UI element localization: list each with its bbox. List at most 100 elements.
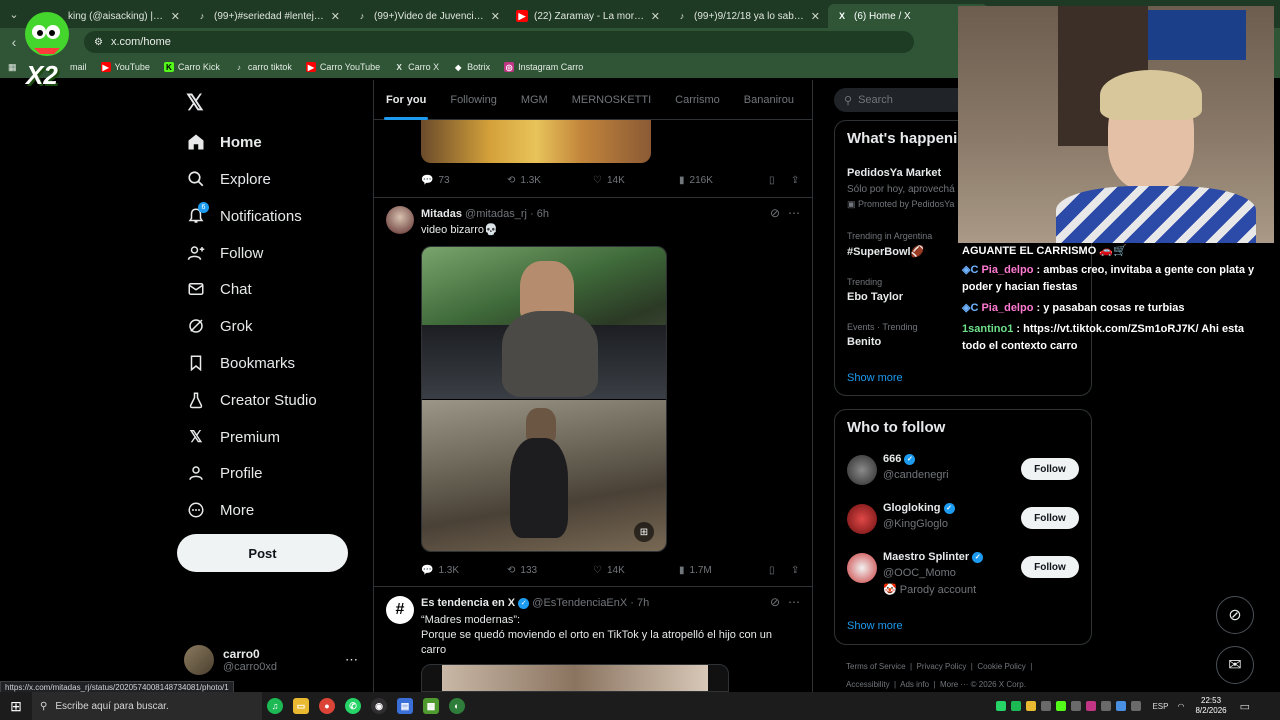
show-more-link[interactable]: Show more [847, 372, 903, 384]
media-photo[interactable] [422, 247, 666, 399]
footer-link[interactable]: Ads info [900, 680, 929, 689]
tray-icon[interactable] [1071, 701, 1082, 711]
tray-icon[interactable] [1026, 701, 1037, 711]
tray-icon[interactable] [1101, 701, 1112, 711]
taskbar-search[interactable]: ⚲ Escribe aquí para buscar. [32, 692, 262, 720]
nav-chat[interactable]: Chat [186, 274, 252, 304]
browser-tab[interactable]: ♪ (99+)9/12/18 ya lo saben ✕ [668, 4, 828, 28]
account-switcher[interactable]: carro0 @carro0xd ⋯ [184, 643, 364, 677]
follow-button[interactable]: Follow [1021, 458, 1079, 480]
nav-creator-studio[interactable]: Creator Studio [186, 385, 317, 415]
bookmark-button[interactable]: ▯ [769, 565, 791, 576]
post-image[interactable] [421, 120, 651, 163]
bookmark-item[interactable]: K Carro Kick [163, 62, 220, 72]
avatar[interactable] [386, 206, 414, 234]
clock[interactable]: 22:53 8/2/2026 [1195, 696, 1226, 716]
nav-follow[interactable]: Follow [186, 238, 263, 268]
footer-link[interactable]: More ··· [940, 680, 968, 689]
follow-suggestion[interactable]: Maestro Splinter ✓ @OOC_Momo 🤡 Parody ac… [847, 551, 1079, 603]
share-button[interactable]: ⇪ [791, 565, 799, 576]
x-logo-icon[interactable]: 𝕏 [186, 90, 204, 116]
views-button[interactable]: ▮ 216K [679, 175, 769, 186]
tab-carrismo[interactable]: Carrismo [663, 80, 732, 120]
post-media[interactable]: ⊞ [421, 246, 667, 552]
taskbar-app[interactable]: ◐ [444, 692, 470, 720]
author-handle[interactable]: @EsTendenciaEnX [532, 597, 627, 609]
trend-topic[interactable]: Ebo Taylor [847, 291, 903, 303]
nav-explore[interactable]: Explore [186, 164, 271, 194]
follow-button[interactable]: Follow [1021, 507, 1079, 529]
bookmark-item[interactable]: ▶ YouTube [100, 62, 150, 72]
tray-icon[interactable] [1041, 701, 1052, 711]
taskbar-app[interactable]: ▩ [418, 692, 444, 720]
reply-button[interactable]: 💬 1.3K [421, 565, 507, 576]
more-dots-icon[interactable]: ⋯ [345, 652, 358, 668]
avatar[interactable]: # [386, 596, 414, 624]
post-image[interactable] [421, 664, 729, 692]
taskbar-app[interactable]: ✆ [340, 692, 366, 720]
nav-premium[interactable]: 𝕏 Premium [186, 422, 280, 452]
close-icon[interactable]: ✕ [651, 10, 660, 23]
site-info-icon[interactable]: ⚙ [94, 37, 103, 48]
follow-button[interactable]: Follow [1021, 556, 1079, 578]
bookmark-item[interactable]: ◆ Botrix [453, 62, 490, 72]
trend-topic[interactable]: Benito [847, 336, 881, 348]
taskbar-app[interactable]: ♫ [262, 692, 288, 720]
nav-home[interactable]: Home [186, 127, 262, 157]
author-name[interactable]: Es tendencia en X [421, 597, 515, 609]
alt-text-icon[interactable]: ⊞ [634, 522, 654, 542]
grok-floating-button[interactable]: ⊘ [1216, 596, 1254, 634]
tray-icon[interactable] [1116, 701, 1127, 711]
views-button[interactable]: ▮ 1.7M [679, 565, 769, 576]
close-icon[interactable]: ✕ [491, 10, 500, 23]
like-button[interactable]: ♡ 14K [593, 175, 679, 186]
more-dots-icon[interactable]: ⋯ [788, 206, 800, 220]
nav-notifications[interactable]: 6 Notifications [186, 201, 302, 231]
tray-icon[interactable] [1131, 701, 1142, 711]
avatar[interactable] [847, 504, 877, 534]
nav-bookmarks[interactable]: Bookmarks [186, 348, 295, 378]
footer-link[interactable]: Cookie Policy [977, 662, 1025, 671]
avatar[interactable] [847, 455, 877, 485]
repost-button[interactable]: ⟲ 133 [507, 565, 593, 576]
like-button[interactable]: ♡ 14K [593, 565, 679, 576]
media-photo[interactable]: ⊞ [422, 400, 666, 551]
repost-button[interactable]: ⟲ 1.3K [507, 175, 593, 186]
taskbar-app[interactable]: ▭ [288, 692, 314, 720]
bookmark-item[interactable]: ♪ carro tiktok [234, 62, 292, 72]
browser-tab[interactable]: ♪ (99+)#seriedad #lentejas #fyp ✕ [188, 4, 348, 28]
avatar[interactable] [847, 553, 877, 583]
author-handle[interactable]: @mitadas_rj [465, 208, 527, 220]
close-icon[interactable]: ✕ [811, 10, 820, 23]
trend-topic[interactable]: #SuperBowl🏈 [847, 245, 924, 258]
close-icon[interactable]: ✕ [171, 10, 180, 23]
browser-tab[interactable]: ▶ (22) Zaramay - La morocha es ✕ [508, 4, 668, 28]
nav-grok[interactable]: Grok [186, 311, 253, 341]
bookmark-item[interactable]: ▶ Carro YouTube [305, 62, 380, 72]
url-bar[interactable]: ⚙ x.com/home [84, 31, 914, 53]
post-button[interactable]: Post [177, 534, 348, 572]
follow-suggestion[interactable]: Glogloking ✓ @KingGloglo Follow [847, 502, 1079, 542]
browser-tab[interactable]: ♪ (99+)Video de Juvencio José c ✕ [348, 4, 508, 28]
author-name[interactable]: Mitadas [421, 208, 462, 220]
bookmark-item[interactable]: X Carro X [394, 62, 439, 72]
tray-icon[interactable] [1056, 701, 1067, 711]
tab-bananirou[interactable]: Bananirou [732, 80, 806, 120]
show-more-link[interactable]: Show more [847, 620, 903, 632]
messages-floating-button[interactable]: ✉ [1216, 646, 1254, 684]
follow-suggestion[interactable]: 666 ✓ @candenegri Follow [847, 453, 1079, 493]
post-time[interactable]: · 7h [630, 597, 649, 609]
language-indicator[interactable]: ESP [1152, 702, 1168, 711]
notification-center-icon[interactable]: ▭ [1240, 700, 1250, 713]
tray-icon[interactable] [1011, 701, 1022, 711]
footer-link[interactable]: Privacy Policy [917, 662, 967, 671]
grok-icon[interactable]: ⊘ [770, 206, 780, 220]
more-dots-icon[interactable]: ⋯ [788, 595, 800, 609]
tab-mgm[interactable]: MGM [509, 80, 560, 120]
bookmark-item[interactable]: ◎ Instagram Carro [504, 62, 583, 72]
wifi-icon[interactable]: ◠ [1177, 702, 1184, 711]
grok-icon[interactable]: ⊘ [770, 595, 780, 609]
windows-start-icon[interactable]: ⊞ [0, 692, 32, 720]
nav-profile[interactable]: Profile [186, 458, 263, 488]
taskbar-app[interactable]: ● [314, 692, 340, 720]
